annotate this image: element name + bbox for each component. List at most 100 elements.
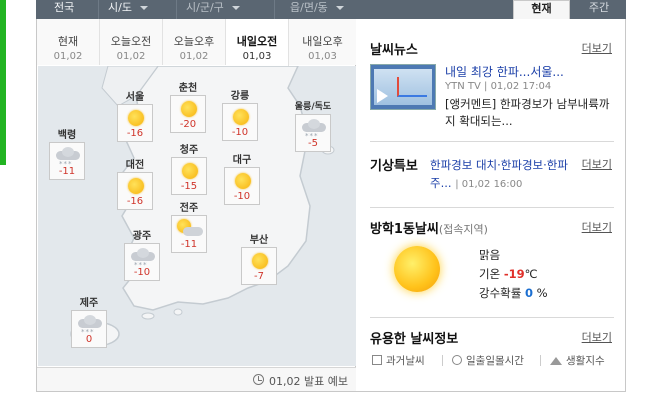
clock-icon	[253, 374, 264, 385]
station-daegu[interactable]: 대구 -10	[224, 154, 260, 205]
snow-icon: ***	[302, 119, 326, 140]
city-label: 시/군/구	[186, 1, 224, 14]
warning-time: 01,02 16:00	[461, 179, 523, 190]
news-title: 날씨뉴스	[370, 43, 418, 58]
warning-more-link[interactable]: 더보기	[582, 156, 612, 172]
weather-card: -15	[171, 157, 207, 195]
life-index-link[interactable]: 생활지수	[550, 353, 605, 368]
rain-value: 0	[524, 286, 533, 300]
weather-card: -10	[222, 103, 258, 141]
sunrise-sunset-link[interactable]: 일출일몰시간	[452, 353, 524, 368]
station-seoul[interactable]: 서울 -16	[117, 91, 153, 142]
time-tab-now[interactable]: 현재 01,02	[37, 19, 100, 65]
station-name: 대전	[125, 160, 145, 171]
snow-icon: ***	[56, 147, 80, 168]
local-more-link[interactable]: 더보기	[582, 219, 612, 235]
divider	[442, 355, 443, 366]
station-busan[interactable]: 부산 -7	[241, 234, 277, 285]
time-tab-label: 내일오전	[236, 35, 278, 48]
station-cheongju[interactable]: 청주 -15	[171, 144, 207, 195]
country-label: 전국	[54, 1, 75, 14]
news-meta: YTN TV | 01,02 17:04	[445, 81, 552, 92]
town-label: 읍/면/동	[290, 1, 328, 14]
time-tabs: 현재 01,02 오늘오전 01,02 오늘오후 01,02 내일오전 01,0…	[37, 19, 356, 66]
station-temp: -16	[126, 196, 144, 207]
station-temp: -10	[233, 191, 251, 202]
city-dropdown[interactable]: 시/군/구	[186, 0, 240, 19]
time-tab-label: 현재	[57, 35, 79, 48]
station-gwangju[interactable]: 광주 *** -10	[124, 230, 160, 281]
local-title: 방학1동날씨	[370, 222, 439, 237]
time-tab-today-pm[interactable]: 오늘오후 01,02	[163, 19, 226, 65]
weather-card: -10	[224, 167, 260, 205]
station-temp: -15	[180, 181, 198, 192]
useful-info-more-link[interactable]: 더보기	[582, 329, 612, 345]
time-tab-date: 01,02	[116, 51, 146, 62]
station-temp: 0	[85, 334, 93, 345]
station-chuncheon[interactable]: 춘천 -20	[170, 82, 206, 133]
divider	[176, 0, 177, 19]
news-summary-link[interactable]: [앵커멘트] 한파경보가 남부내륙까지 확대되는...	[445, 96, 615, 130]
warning-title: 기상특보	[370, 159, 418, 174]
house-icon	[550, 357, 562, 365]
weather-card: -20	[170, 95, 206, 133]
weather-info-panel: 날씨뉴스 더보기 내일 최강 한파...서울... YTN TV | 01,02…	[356, 19, 626, 392]
station-jeju[interactable]: 제주 *** 0	[71, 297, 107, 348]
station-baengnyeong[interactable]: 백령 *** -11	[49, 129, 85, 180]
station-gangneung[interactable]: 강릉 -10	[222, 90, 258, 141]
useful-info-title: 유용한 날씨정보	[370, 332, 459, 347]
temp-label: 기온	[479, 267, 501, 281]
news-more-link[interactable]: 더보기	[582, 40, 612, 56]
sun-icon	[128, 178, 144, 194]
station-daejeon[interactable]: 대전 -16	[117, 159, 153, 210]
weather-card: *** 0	[71, 310, 107, 348]
warning-text-link[interactable]: 한파경보 대치·한파경보·한파주... | 01,02 16:00	[430, 156, 580, 194]
snow-icon: ***	[78, 315, 102, 336]
korea-map: 서울 -16 춘천 -20 강릉 -10 울릉/독도 *** -5 백령 *** -…	[38, 66, 356, 366]
sun-icon	[181, 101, 197, 117]
weather-card: -11	[171, 215, 207, 253]
station-name: 부산	[249, 235, 269, 246]
time-tab-label: 오늘오전	[110, 35, 152, 48]
station-ulleung[interactable]: 울릉/독도 *** -5	[293, 101, 333, 152]
past-weather-link[interactable]: 과거날씨	[372, 353, 425, 368]
divider	[274, 0, 275, 19]
station-name: 청주	[179, 145, 199, 156]
local-temperature: 기온 -19℃	[479, 266, 538, 282]
station-name: 춘천	[178, 83, 198, 94]
local-rain-probability: 강수확률 0 %	[479, 285, 548, 301]
time-tab-date: 01,03	[308, 51, 337, 62]
time-tab-tomorrow-am[interactable]: 내일오전 01,03	[226, 19, 289, 66]
province-label: 시/도	[108, 1, 132, 14]
local-weather-title: 방학1동날씨(접속지역)	[370, 218, 488, 237]
station-temp: -10	[133, 267, 151, 278]
calendar-icon	[372, 355, 382, 365]
country-selector[interactable]: 전국	[54, 0, 74, 19]
play-icon	[377, 89, 388, 103]
weather-card: *** -10	[124, 243, 160, 281]
station-name: 강릉	[230, 91, 250, 102]
province-dropdown[interactable]: 시/도	[108, 0, 148, 19]
weather-card: *** -11	[49, 142, 85, 180]
time-tab-tomorrow-pm[interactable]: 내일오후 01,03	[289, 19, 356, 65]
tab-week[interactable]: 주간	[572, 0, 626, 19]
map-footer: 01,02 발표 예보	[37, 367, 356, 391]
station-name: 광주	[132, 231, 152, 242]
snow-icon: ***	[131, 248, 155, 269]
news-headline-link[interactable]: 내일 최강 한파...서울...	[445, 63, 564, 80]
station-jeonju[interactable]: 전주 -11	[171, 202, 207, 253]
tab-now[interactable]: 현재	[513, 0, 570, 19]
clock-icon	[452, 355, 462, 365]
divider	[370, 317, 614, 318]
time-tab-today-am[interactable]: 오늘오전 01,02	[100, 19, 163, 65]
station-name: 제주	[79, 298, 99, 309]
time-tab-date: 01,02	[179, 51, 209, 62]
town-dropdown[interactable]: 읍/면/동	[290, 0, 344, 19]
temp-value: -19	[503, 267, 525, 281]
news-video-thumbnail[interactable]	[370, 64, 436, 110]
chevron-down-icon	[231, 6, 240, 10]
sun-icon	[233, 109, 249, 125]
time-tab-date: 01,02	[53, 51, 83, 62]
station-name: 서울	[125, 92, 145, 103]
news-time: 01,02 17:04	[490, 81, 552, 92]
